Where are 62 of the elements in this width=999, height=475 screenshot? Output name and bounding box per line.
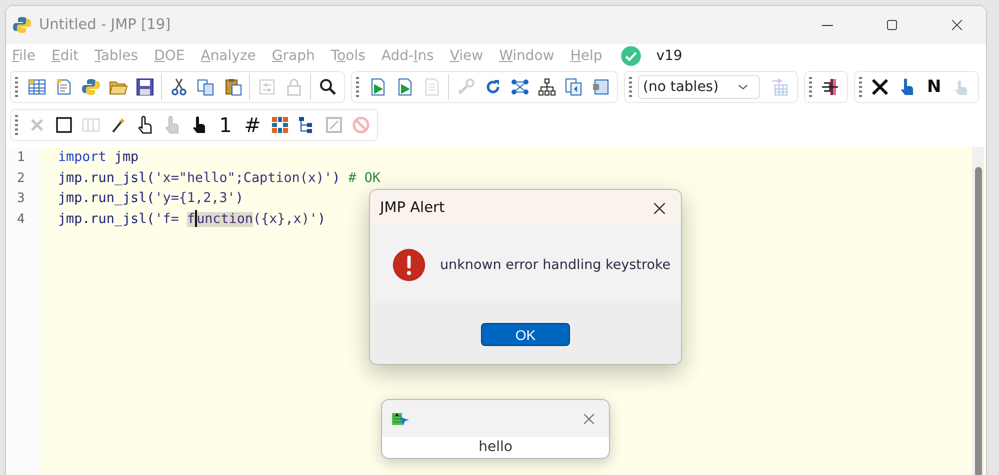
close-icon (950, 18, 964, 32)
close-icon (582, 412, 596, 426)
table-dropdown[interactable]: (no tables) (638, 75, 760, 99)
grip-icon[interactable] (15, 77, 18, 97)
menu-item[interactable]: DOE (154, 48, 193, 64)
paste-icon (222, 77, 242, 97)
network-icon (510, 77, 530, 97)
menu-item[interactable]: Add-Ins (381, 48, 442, 64)
line-number: 3 (16, 190, 26, 208)
cross-icon (870, 77, 890, 97)
logo-icon (12, 15, 32, 35)
split-icon (820, 77, 840, 97)
scissors-icon (168, 77, 188, 97)
document-icon (590, 77, 610, 97)
menu-item[interactable]: Help (570, 48, 610, 64)
menu-item[interactable]: Tables (94, 48, 146, 64)
error-icon (392, 248, 426, 282)
hierarchy-icon (536, 77, 556, 97)
dialog-title: JMP Alert (380, 200, 445, 216)
no-entry-icon (350, 115, 370, 135)
menu-item[interactable]: Graph (272, 48, 323, 64)
menu-item[interactable]: Analyze (200, 48, 264, 64)
caption-text: hello (478, 438, 514, 457)
toolbar-button[interactable]: N (922, 74, 947, 100)
menu-item[interactable]: Window (499, 48, 562, 64)
window-title: Untitled - JMP [19] (39, 17, 171, 33)
maximize-icon (885, 18, 899, 32)
save-icon (134, 77, 154, 97)
line-number: 1 (16, 149, 26, 167)
table-icon (770, 77, 790, 97)
code-line: jmp.run_jsl('y={1,2,3') (58, 190, 244, 208)
copy-icon (196, 77, 216, 97)
code-line: import jmp (58, 149, 139, 167)
grid-icon (270, 115, 290, 135)
ok-button[interactable]: OK (481, 323, 570, 346)
toolbar-button[interactable]: # (240, 112, 265, 138)
grip-icon[interactable] (858, 77, 862, 97)
close-icon (652, 200, 666, 216)
grip-icon[interactable] (356, 77, 359, 97)
code-line: jmp.run_jsl('f= f unction({x},x)') (58, 210, 326, 230)
menu-item[interactable]: File (12, 48, 44, 64)
toolbar-button[interactable]: 1 (213, 112, 238, 138)
square-icon (54, 115, 74, 135)
version-label: v19 (656, 48, 682, 64)
minimize-icon (822, 24, 832, 26)
scrollbar[interactable] (972, 147, 984, 475)
grip-icon[interactable] (629, 77, 632, 97)
menu-item[interactable]: Edit (51, 48, 87, 64)
grip-icon[interactable] (808, 77, 812, 97)
line-number: 2 (16, 170, 26, 188)
search-icon (318, 77, 338, 97)
slider-icon (256, 77, 276, 97)
code-line: jmp.run_jsl('x="hello";Caption(x)') # OK (58, 170, 380, 188)
logo-icon (80, 77, 100, 97)
menu-item[interactable]: Tools (330, 48, 374, 64)
line-number: 4 (16, 210, 26, 228)
table-icon (26, 77, 46, 97)
documents-icon (564, 77, 584, 97)
image-icon (324, 115, 344, 135)
menu-item[interactable]: View (450, 48, 492, 64)
alert-message: unknown error handling keystroke (440, 256, 671, 272)
grip-icon[interactable] (15, 115, 18, 135)
